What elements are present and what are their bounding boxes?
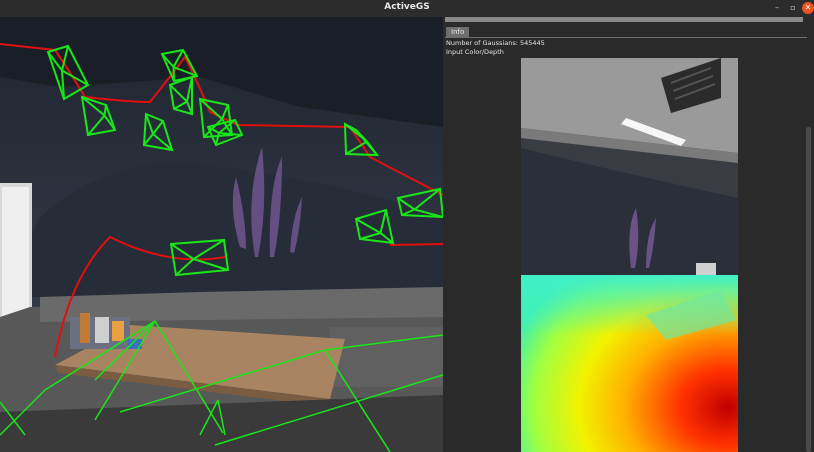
input-depth-image (521, 275, 738, 452)
gaussian-count: Number of Gaussians: 545445 (446, 39, 545, 47)
maximize-button[interactable]: ▫ (787, 2, 799, 14)
input-color-image (521, 58, 738, 275)
input-label: Input Color/Depth (446, 48, 504, 56)
panel-scrollbar[interactable] (806, 127, 811, 452)
window-title: ActiveGS (384, 2, 430, 12)
collapsed-section-header[interactable] (445, 17, 803, 22)
scene-viewport[interactable] (0, 17, 443, 452)
close-button[interactable]: ✕ (802, 2, 814, 14)
title-bar: ActiveGS – ▫ ✕ (0, 0, 814, 17)
frustum-edge (172, 66, 175, 82)
tab-divider (445, 37, 807, 38)
scene-render (0, 17, 443, 452)
info-panel: Info Number of Gaussians: 545445 Input C… (443, 17, 814, 452)
tab-info[interactable]: Info (446, 27, 470, 37)
minimize-button[interactable]: – (771, 2, 783, 14)
